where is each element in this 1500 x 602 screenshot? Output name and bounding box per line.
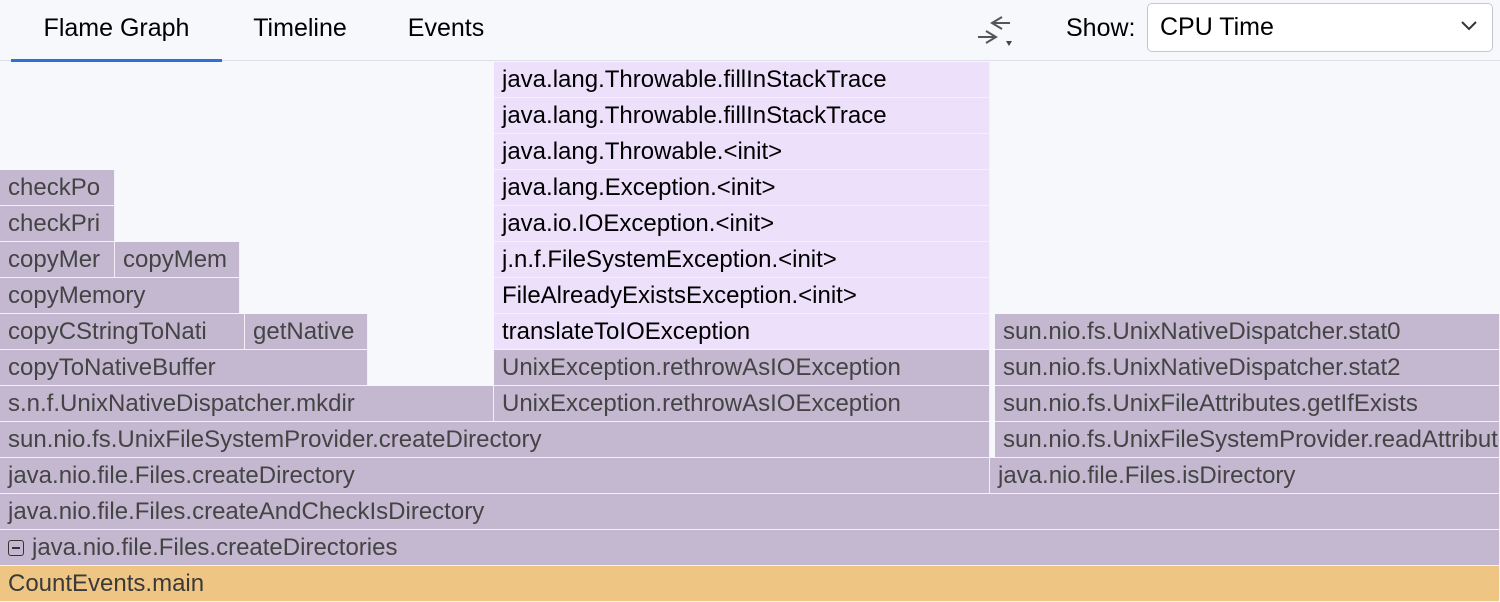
frame-copycstringtonative[interactable]: copyCStringToNati (0, 314, 245, 350)
frame-mkdir[interactable]: s.n.f.UnixNativeDispatcher.mkdir (0, 386, 494, 422)
frame-copymer[interactable]: copyMer (0, 242, 115, 278)
frame-getnative[interactable]: getNative (245, 314, 368, 350)
frame-rethrowasioexception-2[interactable]: UnixException.rethrowAsIOException (494, 386, 990, 422)
show-label: Show: (1066, 14, 1136, 42)
frame-throwable-init[interactable]: java.lang.Throwable.<init> (494, 134, 990, 170)
frame-stat2[interactable]: sun.nio.fs.UnixNativeDispatcher.stat2 (995, 350, 1500, 386)
frame-copymemory[interactable]: copyMemory (0, 278, 240, 314)
frame-filealreadyexists-init[interactable]: FileAlreadyExistsException.<init> (494, 278, 990, 314)
frame-getifexists[interactable]: sun.nio.fs.UnixFileAttributes.getIfExist… (995, 386, 1500, 422)
tab-events[interactable]: Events (391, 0, 501, 61)
frame-isdirectory[interactable]: java.nio.file.Files.isDirectory (990, 458, 1500, 494)
tab-flame-graph[interactable]: Flame Graph (11, 0, 222, 62)
frame-checkpo[interactable]: checkPo (0, 170, 115, 206)
frame-createdirectories[interactable]: java.nio.file.Files.createDirectories (0, 530, 1500, 566)
frame-translatetoioexception[interactable]: translateToIOException (494, 314, 990, 350)
flame-graph: java.lang.Throwable.fillInStackTrace jav… (0, 62, 1500, 602)
frame-copytonativebuffer[interactable]: copyToNativeBuffer (0, 350, 368, 386)
frame-provider-createdirectory[interactable]: sun.nio.fs.UnixFileSystemProvider.create… (0, 422, 990, 458)
toolbar: Flame Graph Timeline Events Show: CPU Ti… (0, 0, 1500, 62)
frame-readattributes[interactable]: sun.nio.fs.UnixFileSystemProvider.readAt… (995, 422, 1500, 458)
frame-copymem[interactable]: copyMem (115, 242, 240, 278)
frame-filesystemexception-init[interactable]: j.n.f.FileSystemException.<init> (494, 242, 990, 278)
frame-exception-init[interactable]: java.lang.Exception.<init> (494, 170, 990, 206)
frame-fillinstacktrace-1[interactable]: java.lang.Throwable.fillInStackTrace (494, 62, 990, 98)
frame-checkpri[interactable]: checkPri (0, 206, 115, 242)
frame-fillinstacktrace-2[interactable]: java.lang.Throwable.fillInStackTrace (494, 98, 990, 134)
frame-createandcheckisdirectory[interactable]: java.nio.file.Files.createAndCheckIsDire… (0, 494, 1500, 530)
show-select-value: CPU Time (1160, 13, 1274, 41)
tab-timeline[interactable]: Timeline (230, 0, 370, 61)
chevron-down-icon (1461, 21, 1477, 31)
show-select[interactable]: CPU Time (1147, 3, 1493, 52)
frame-files-createdirectory[interactable]: java.nio.file.Files.createDirectory (0, 458, 990, 494)
collapse-arrows-icon[interactable] (972, 11, 1016, 49)
frame-countevents-main[interactable]: CountEvents.main (0, 566, 1500, 602)
frame-stat0[interactable]: sun.nio.fs.UnixNativeDispatcher.stat0 (995, 314, 1500, 350)
frame-createdirectories-label: java.nio.file.Files.createDirectories (32, 534, 398, 561)
frame-ioexception-init[interactable]: java.io.IOException.<init> (494, 206, 990, 242)
frame-rethrowasioexception-1[interactable]: UnixException.rethrowAsIOException (494, 350, 990, 386)
collapse-icon[interactable] (8, 540, 24, 556)
